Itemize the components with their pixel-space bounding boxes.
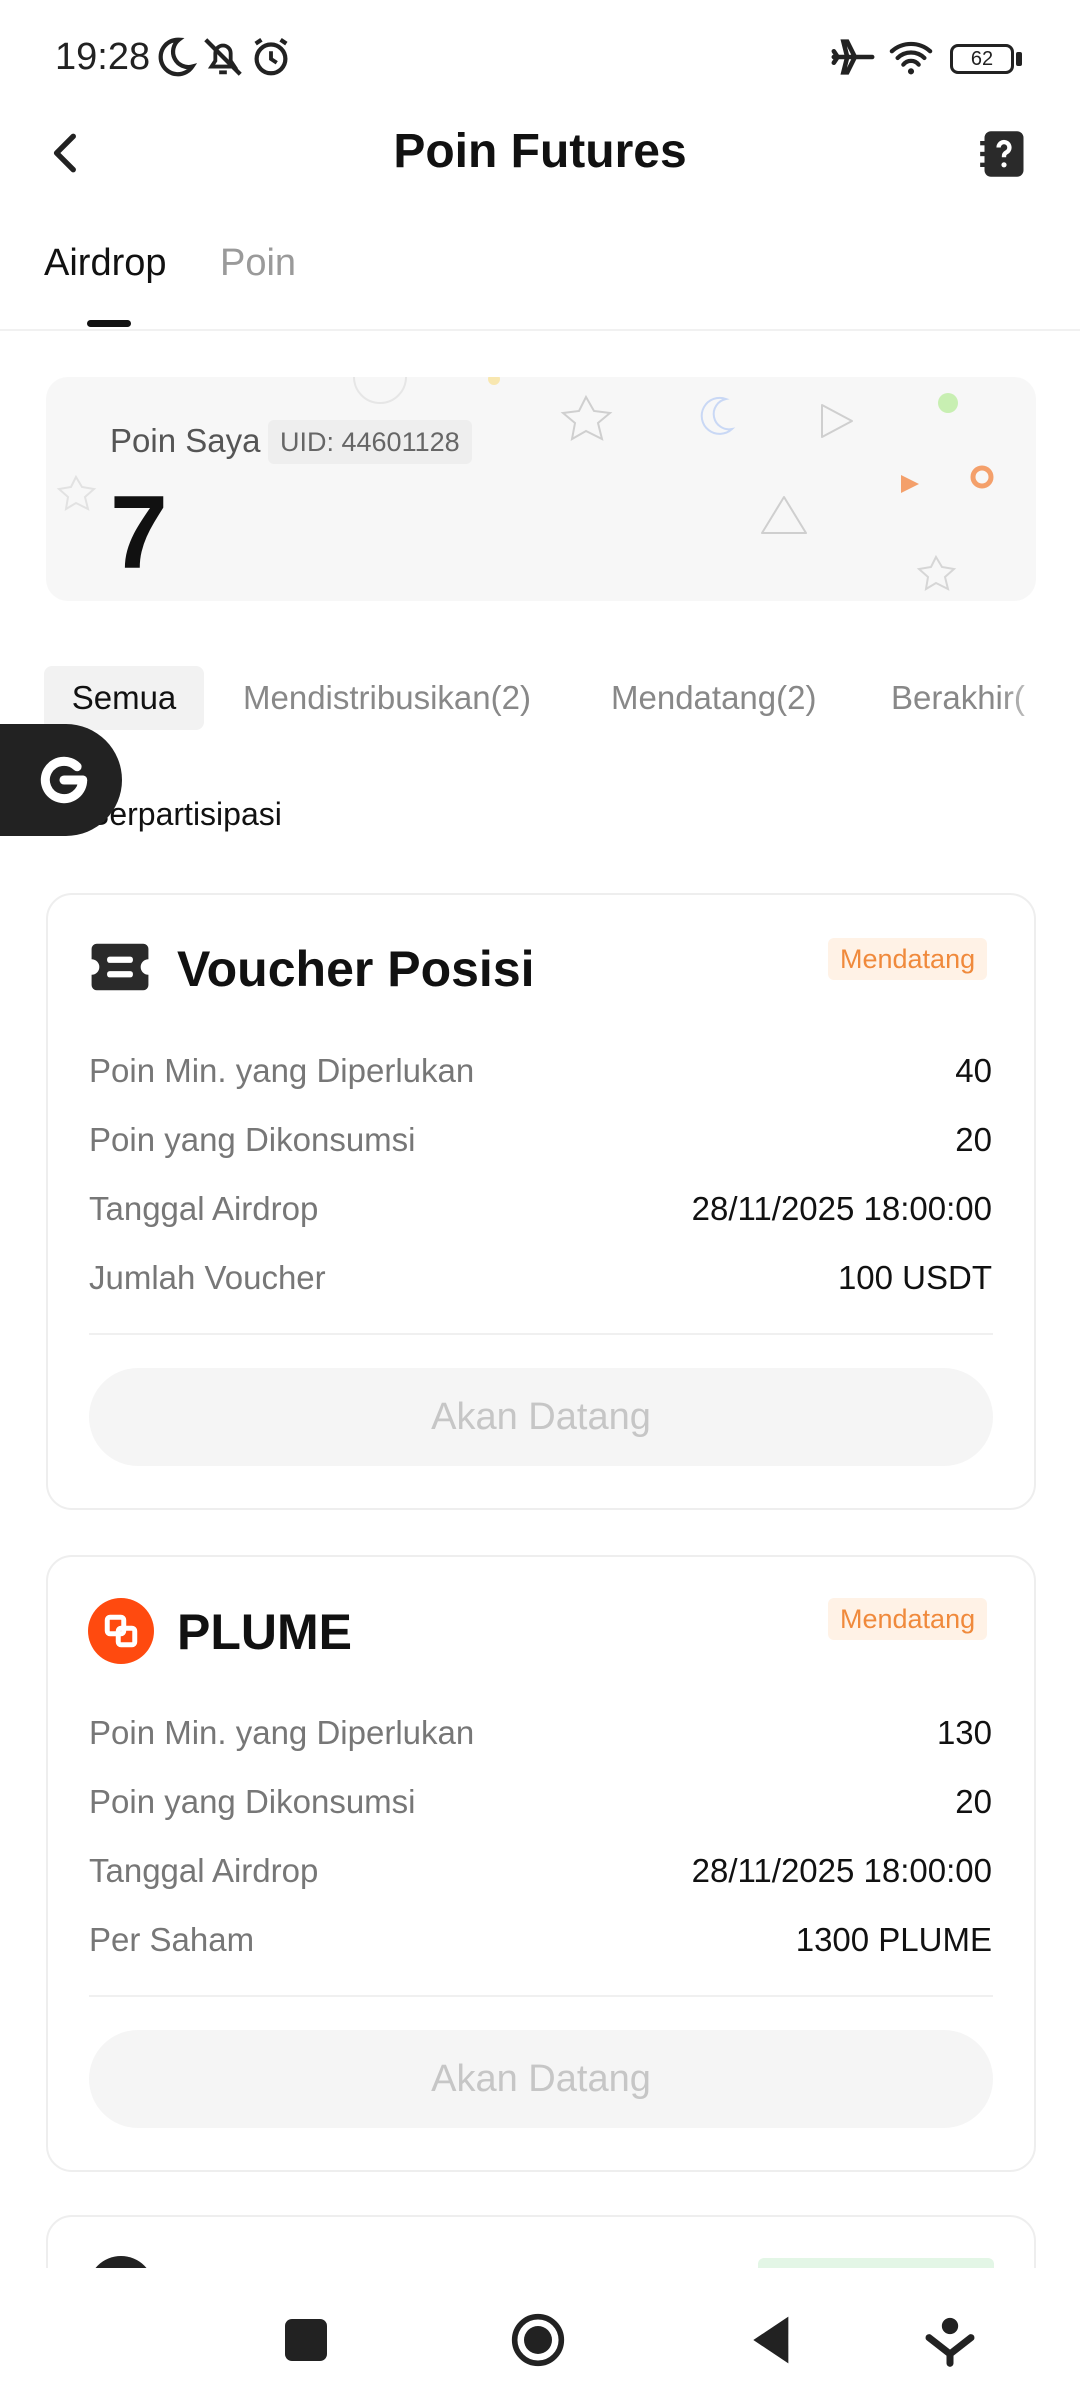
floating-assistant-button[interactable] xyxy=(0,724,122,836)
consumed-points-value: 20 xyxy=(955,1121,992,1158)
tab-active-indicator xyxy=(87,320,131,327)
per-share-value: 1300 PLUME xyxy=(795,1921,992,1958)
card-title: PLUME xyxy=(177,1604,352,1660)
back-triangle-icon[interactable] xyxy=(744,2312,800,2368)
points-label: Poin Saya xyxy=(110,422,261,459)
tab-poin[interactable]: Poin xyxy=(220,242,296,285)
card-title: Voucher Posisi xyxy=(177,941,535,997)
ticket-icon xyxy=(91,943,149,991)
filter-mendistribusikan[interactable]: Mendistribusikan(2) xyxy=(243,666,531,730)
coming-soon-button[interactable]: Akan Datang xyxy=(89,1368,993,1466)
page-title: Poin Futures xyxy=(393,125,687,178)
points-card xyxy=(46,377,1036,601)
help-book-icon[interactable] xyxy=(978,128,1030,180)
home-circle-icon[interactable] xyxy=(510,2312,566,2368)
airdrop-date-label: Tanggal Airdrop xyxy=(89,1190,319,1227)
status-badge: Mendatang xyxy=(828,1598,988,1640)
airdrop-date-value: 28/11/2025 18:00:00 xyxy=(691,1190,992,1227)
per-share-label: Per Saham xyxy=(89,1921,255,1958)
airplane-icon xyxy=(831,39,875,75)
consumed-points-value: 20 xyxy=(955,1783,992,1820)
status-badge: Mendatang xyxy=(828,938,988,980)
min-points-value: 40 xyxy=(955,1052,992,1089)
wifi-icon xyxy=(889,41,933,75)
card-divider xyxy=(89,1995,993,1997)
status-time: 19:28 xyxy=(55,36,151,78)
card-divider xyxy=(89,1333,993,1335)
header-divider xyxy=(0,329,1080,331)
coming-soon-button[interactable]: Akan Datang xyxy=(89,2030,993,2128)
min-points-value: 130 xyxy=(936,1714,992,1751)
airdrop-date-label: Tanggal Airdrop xyxy=(89,1852,319,1889)
min-points-label: Poin Min. yang Diperlukan xyxy=(89,1714,475,1751)
plume-logo-icon xyxy=(88,1598,154,1664)
recents-square-icon[interactable] xyxy=(278,2312,334,2368)
airdrop-date-value: 28/11/2025 18:00:00 xyxy=(691,1852,992,1889)
refresh-logo-icon xyxy=(40,756,88,804)
decorative-shapes-icon xyxy=(56,377,994,591)
filter-fade-overlay xyxy=(1000,660,1080,736)
filter-semua[interactable]: Semua xyxy=(44,666,204,730)
tab-airdrop[interactable]: Airdrop xyxy=(44,242,167,285)
moon-icon xyxy=(158,37,198,77)
battery-icon: 62 xyxy=(950,44,1014,74)
voucher-amount-label: Jumlah Voucher xyxy=(89,1259,326,1296)
consumed-points-label: Poin yang Dikonsumsi xyxy=(89,1121,416,1158)
consumed-points-label: Poin yang Dikonsumsi xyxy=(89,1783,416,1820)
battery-nub xyxy=(1016,52,1022,66)
alarm-icon xyxy=(254,37,288,76)
min-points-label: Poin Min. yang Diperlukan xyxy=(89,1052,475,1089)
points-value: 7 xyxy=(110,475,168,591)
download-icon[interactable] xyxy=(922,2312,978,2368)
filter-mendatang[interactable]: Mendatang(2) xyxy=(611,666,816,730)
bell-off-icon xyxy=(204,38,242,76)
uid-badge: UID: 44601128 xyxy=(268,420,472,464)
voucher-amount-value: 100 USDT xyxy=(837,1259,992,1296)
